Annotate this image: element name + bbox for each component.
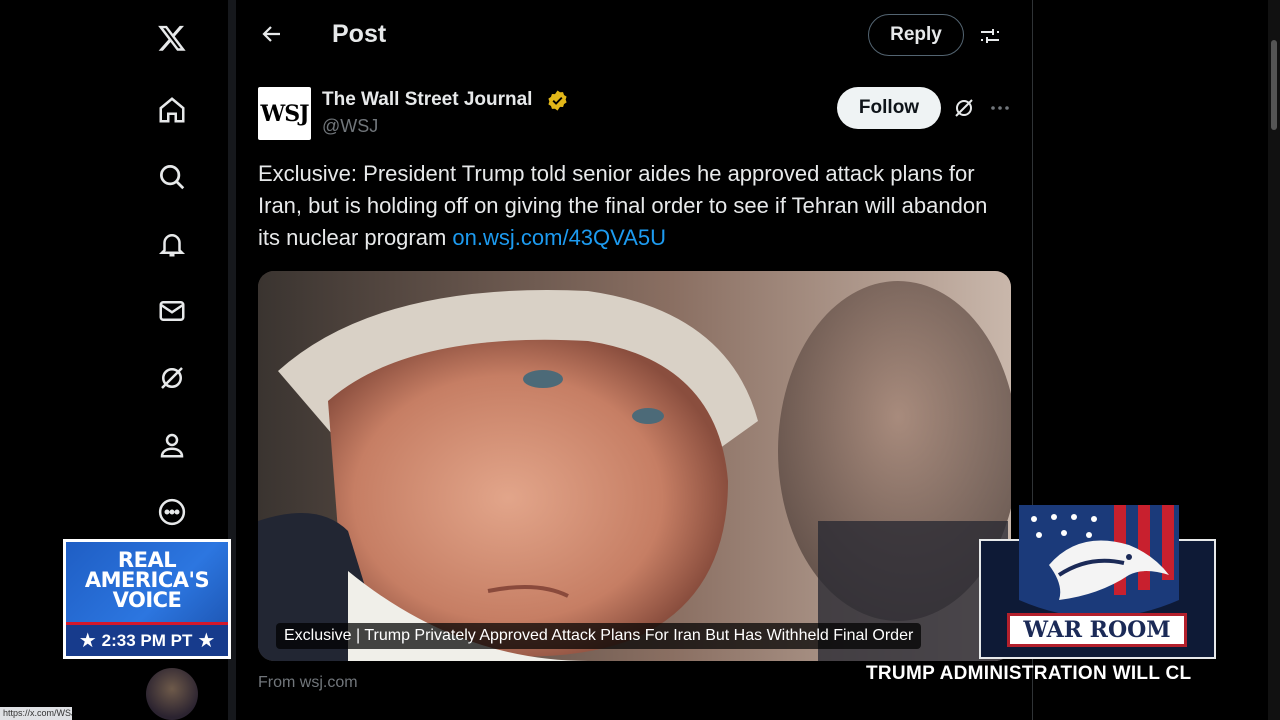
post-media-card[interactable]: Exclusive | Trump Privately Approved Att…: [258, 271, 1011, 661]
more-dots-icon[interactable]: [986, 94, 1014, 122]
bell-icon[interactable]: [150, 222, 194, 266]
search-svg: [160, 165, 185, 190]
grok-icon[interactable]: [150, 356, 194, 400]
media-source[interactable]: From wsj.com: [258, 674, 358, 692]
grok-icon[interactable]: [950, 94, 978, 122]
post-text: Exclusive: President Trump told senior a…: [258, 158, 998, 254]
bell-svg: [158, 234, 186, 257]
sliders-icon[interactable]: [974, 20, 1006, 52]
star-icon: ★: [78, 630, 97, 652]
more-circle-svg: [158, 498, 186, 526]
war-room-logo: WAR ROOM: [979, 505, 1216, 659]
real-americas-voice-logo: REAL AMERICA'S VOICE ★ 2:33 PM PT ★: [63, 539, 231, 659]
mail-icon[interactable]: [150, 289, 194, 333]
back-button[interactable]: [256, 18, 288, 50]
reply-button[interactable]: Reply: [868, 14, 964, 56]
sliders-svg: [981, 29, 999, 43]
rav-brand-text: REAL AMERICA'S VOICE: [84, 548, 210, 612]
post-link[interactable]: on.wsj.com/43QVA5U: [452, 225, 666, 250]
grok-svg: [161, 367, 183, 389]
back-arrow-icon: [262, 26, 280, 42]
photo-image: [258, 271, 1011, 661]
war-room-text: WAR ROOM: [1007, 613, 1187, 647]
post-column: Post Reply WSJ The Wall Street Journal @…: [236, 0, 1033, 720]
search-icon[interactable]: [150, 155, 194, 199]
rav-logo-panel: REAL AMERICA'S VOICE ★ 2:33 PM PT ★: [66, 542, 228, 656]
person-icon[interactable]: [150, 423, 194, 467]
scrollbar-thumb[interactable]: [1271, 40, 1277, 130]
follow-button[interactable]: Follow: [837, 87, 941, 129]
author-handle[interactable]: @WSJ: [322, 116, 378, 137]
media-caption: Exclusive | Trump Privately Approved Att…: [276, 623, 922, 649]
account-avatar[interactable]: [146, 668, 198, 720]
rav-time-bar: ★ 2:33 PM PT ★: [66, 622, 228, 656]
grok-small-svg: [955, 99, 973, 117]
post-header: Post Reply: [236, 0, 1033, 70]
person-svg: [160, 433, 184, 458]
browser-status-url: https://x.com/WSJ: [0, 707, 72, 720]
more-circle-icon[interactable]: [150, 490, 194, 534]
home-icon[interactable]: [150, 88, 194, 132]
x-logo-svg: [158, 25, 186, 51]
news-ticker: TRUMP ADMINISTRATION WILL CL: [866, 663, 1192, 684]
more-dots-svg: [991, 106, 1009, 110]
mail-svg: [159, 301, 185, 321]
home-svg: [159, 97, 185, 123]
x-logo-icon[interactable]: [150, 16, 194, 60]
page-title: Post: [332, 20, 387, 48]
broadcast-time: 2:33 PM PT: [101, 630, 193, 650]
author-name[interactable]: The Wall Street Journal: [322, 89, 532, 111]
author-avatar[interactable]: WSJ: [258, 87, 311, 140]
verified-svg: [548, 90, 567, 111]
verified-badge-icon: [546, 89, 569, 112]
star-icon: ★: [197, 630, 216, 652]
scrollbar[interactable]: [1268, 0, 1280, 720]
